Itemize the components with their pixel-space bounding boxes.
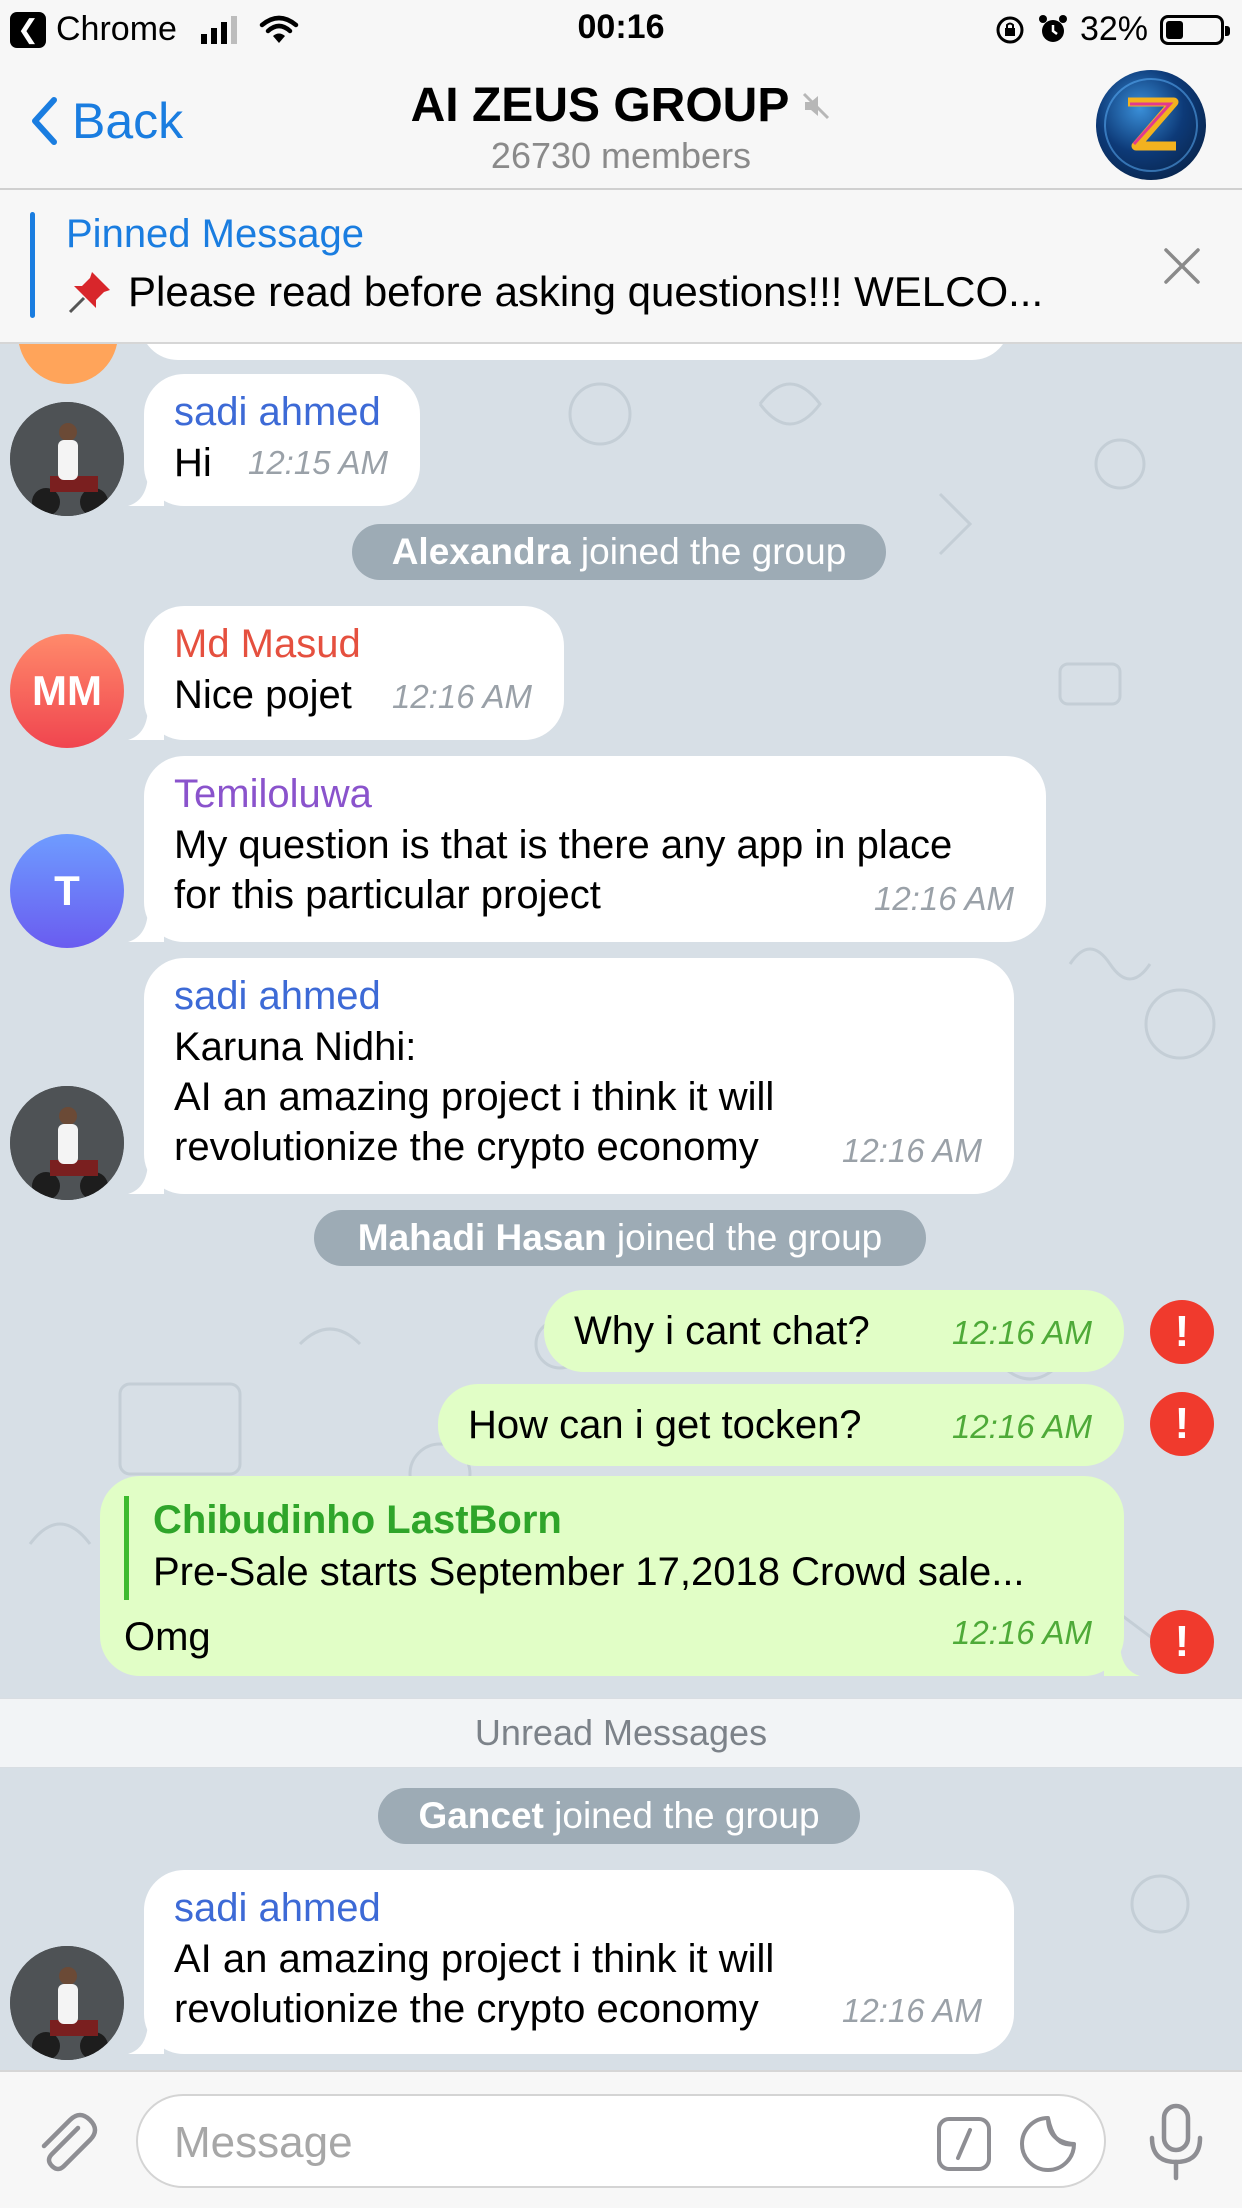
bubble-tail [128, 472, 164, 506]
message-time: 12:16 AM [841, 1132, 982, 1169]
service-message: Mahadi Hasan joined the group [314, 1210, 926, 1266]
message-input[interactable] [172, 2114, 936, 2172]
person-photo-icon [10, 1086, 124, 1200]
message-text-line: My question is that is there any app in … [174, 823, 953, 867]
sender-name[interactable]: Md Masud [174, 620, 534, 668]
avatar-sadi-ahmed[interactable] [10, 1946, 124, 2060]
avatar-sadi-ahmed[interactable] [10, 402, 124, 516]
send-failed-icon[interactable]: ! [1150, 1300, 1214, 1364]
avatar-initials: T [54, 867, 80, 914]
message-list[interactable]: sadi ahmed Hi 12:15 AM Alexandra joined … [0, 344, 1242, 2070]
bubble-tail [128, 2020, 164, 2054]
sticker-icon[interactable] [1018, 2114, 1078, 2174]
avatar-md-masud[interactable]: MM [10, 634, 124, 748]
service-message: Alexandra joined the group [352, 524, 886, 580]
message-bubble[interactable]: Temiloluwa My question is that is there … [128, 756, 1046, 942]
message-text-line: AI an amazing project i think it will [174, 1937, 775, 1981]
message-time: 12:15 AM [247, 444, 388, 481]
message-text-line: AI an amazing project i think it will [174, 1075, 775, 1119]
member-count: 26730 members [490, 135, 752, 176]
muted-icon [803, 92, 830, 119]
chat-title[interactable]: AI ZEUS GROUP 26730 members [0, 78, 1242, 177]
pinned-title: Pinned Message [66, 212, 364, 256]
message-text-line: Karuna Nidhi: [174, 1025, 417, 1069]
message-bubble[interactable]: sadi ahmed Karuna Nidhi: AI an amazing p… [128, 958, 1014, 1194]
message-time: 12:16 AM [391, 678, 532, 715]
message-time: 12:16 AM [873, 880, 1014, 917]
send-failed-icon[interactable]: ! [1150, 1392, 1214, 1456]
reply-text: Pre-Sale starts September 17,2018 Crowd … [153, 1550, 1025, 1594]
message-bubble[interactable]: sadi ahmed Hi 12:15 AM [128, 374, 420, 506]
service-text: joined the group [543, 1795, 820, 1836]
bot-command-icon[interactable] [936, 2116, 992, 2172]
service-message: Gancet joined the group [378, 1788, 860, 1844]
pushpin-icon [68, 272, 110, 314]
person-photo-icon [10, 1946, 124, 2060]
sender-name[interactable]: sadi ahmed [174, 1884, 984, 1932]
bubble-tail [128, 908, 164, 942]
pinned-text: Please read before asking questions!!! W… [128, 268, 1044, 315]
pinned-message-bar[interactable]: Pinned Message Please read before asking… [0, 190, 1242, 344]
pinned-accent-bar [30, 212, 35, 318]
reply-sender-name: Chibudinho LastBorn [153, 1498, 562, 1542]
reply-preview[interactable]: Chibudinho LastBorn Pre-Sale starts Sept… [124, 1496, 1094, 1600]
sender-name[interactable]: sadi ahmed [174, 972, 984, 1020]
microphone-icon[interactable] [1144, 2102, 1208, 2182]
service-user-name: Gancet [418, 1795, 544, 1836]
bubble-tail [128, 1160, 164, 1194]
zeus-logo-icon [1104, 78, 1198, 172]
orientation-lock-icon [996, 16, 1024, 43]
message-time: 12:16 AM [951, 1408, 1092, 1445]
bubble-tail [1104, 1642, 1140, 1676]
message-time: 12:16 AM [951, 1314, 1092, 1351]
message-text: Omg [124, 1615, 211, 1659]
sender-name[interactable]: Temiloluwa [174, 770, 1016, 818]
group-avatar[interactable] [1096, 70, 1206, 180]
message-time: 12:16 AM [951, 1614, 1092, 1651]
message-time: 12:16 AM [841, 1992, 982, 2029]
paperclip-icon[interactable] [28, 2106, 100, 2178]
service-text: joined the group [606, 1217, 883, 1258]
avatar-partial [18, 344, 118, 384]
message-bubble[interactable]: sadi ahmed AI an amazing project i think… [128, 1870, 1014, 2054]
battery-icon [1160, 14, 1230, 45]
service-text: joined the group [570, 531, 847, 572]
message-bubble-partial[interactable] [140, 344, 1010, 360]
avatar-initials: MM [32, 667, 102, 714]
outgoing-message-bubble[interactable]: Why i cant chat? 12:16 AM [544, 1290, 1124, 1372]
service-user-name: Alexandra [391, 531, 571, 572]
outgoing-message-bubble[interactable]: How can i get tocken? 12:16 AM [438, 1384, 1124, 1466]
bubble-tail [128, 706, 164, 740]
message-field[interactable] [136, 2094, 1106, 2188]
status-bar: ❮ Chrome 00:16 32% [0, 0, 1242, 62]
sender-name[interactable]: sadi ahmed [174, 388, 390, 436]
close-icon[interactable] [1158, 242, 1206, 290]
chat-header: Back AI ZEUS GROUP 26730 members [0, 62, 1242, 190]
send-failed-icon[interactable]: ! [1150, 1610, 1214, 1674]
message-bubble[interactable]: Md Masud Nice pojet 12:16 AM [128, 606, 564, 740]
service-user-name: Mahadi Hasan [357, 1217, 607, 1258]
alarm-icon [1038, 14, 1067, 42]
group-name: AI ZEUS GROUP [410, 79, 790, 132]
battery-percent: 32% [1079, 10, 1148, 48]
person-photo-icon [10, 402, 124, 516]
avatar-temiloluwa[interactable]: T [10, 834, 124, 948]
outgoing-message-bubble[interactable]: Chibudinho LastBorn Pre-Sale starts Sept… [100, 1476, 1140, 1676]
avatar-sadi-ahmed[interactable] [10, 1086, 124, 1200]
message-input-bar [0, 2070, 1242, 2208]
unread-messages-divider: Unread Messages [0, 1698, 1242, 1768]
